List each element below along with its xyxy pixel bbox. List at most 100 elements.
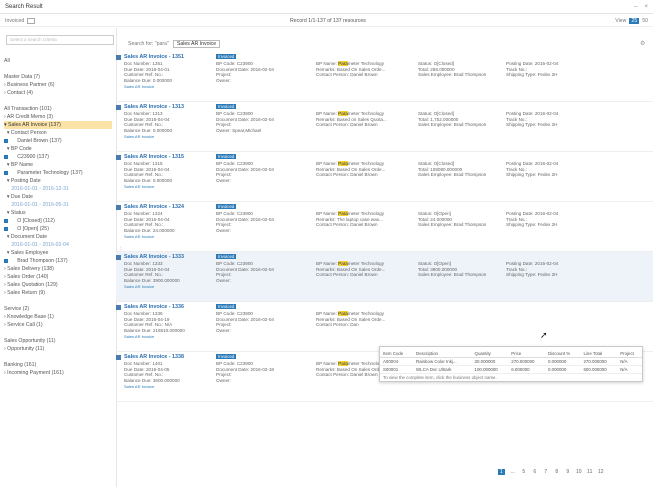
result-field: Owner: Spear,Michael bbox=[216, 128, 262, 134]
filter-item[interactable]: O [Closed] (112) bbox=[4, 217, 112, 225]
minimize-icon[interactable]: – bbox=[634, 4, 637, 10]
filter-item[interactable]: Banking (161) bbox=[4, 361, 112, 369]
filter-item[interactable]: Service (2) bbox=[4, 305, 112, 313]
filter-item[interactable]: Sales Opportunity (11) bbox=[4, 337, 112, 345]
page-link[interactable]: 6 bbox=[532, 469, 538, 475]
filter-item[interactable]: ▾ BP Name bbox=[4, 161, 112, 169]
filter-item[interactable]: O [Open] (25) bbox=[4, 225, 112, 233]
filter-item[interactable]: › Business Partner (6) bbox=[4, 81, 112, 89]
filter-item[interactable]: › Sales Order (140) bbox=[4, 273, 112, 281]
filter-item[interactable]: ▾ Posting Date bbox=[4, 177, 112, 185]
filter-item[interactable]: All Transaction (101) bbox=[4, 105, 112, 113]
result-row[interactable]: Sales AR Invoice - 1315 Invoiced Doc Numbe… bbox=[116, 152, 653, 202]
filter-item[interactable]: › Opportunity (11) bbox=[4, 345, 112, 353]
object-type-link[interactable]: Sales AR Invoice bbox=[124, 234, 175, 240]
criteria-search-input[interactable]: Select a search criteria bbox=[6, 35, 114, 45]
filter-item[interactable]: Brad Thompson (137) bbox=[4, 257, 112, 265]
result-row[interactable]: Sales AR Invoice - 1333 Invoiced Doc Numbe… bbox=[116, 252, 653, 302]
checkbox-icon[interactable] bbox=[4, 138, 8, 143]
result-title-link[interactable]: Sales AR Invoice - 1315 bbox=[124, 154, 184, 160]
filter-item[interactable]: ▾ Status bbox=[4, 209, 112, 217]
page-link[interactable]: 11 bbox=[587, 469, 593, 475]
result-title-link[interactable]: Sales AR Invoice - 1313 bbox=[124, 104, 184, 110]
filter-item-label: › Sales Delivery (138) bbox=[4, 266, 54, 272]
object-type-link[interactable]: Sales AR Invoice bbox=[124, 84, 172, 90]
settings-icon[interactable]: ⚙ bbox=[640, 40, 645, 47]
filter-item[interactable]: 2016-01-01 - 2016-02-04 bbox=[4, 241, 112, 249]
result-title-link[interactable]: Sales AR Invoice - 1336 bbox=[124, 304, 184, 310]
page-link[interactable]: ... bbox=[510, 469, 516, 475]
result-field-label: BP Name: bbox=[316, 361, 339, 366]
filter-item[interactable]: › AR Credit Memo (3) bbox=[4, 113, 112, 121]
result-row[interactable]: Sales AR Invoice - 1351 Invoiced Doc Numbe… bbox=[116, 52, 653, 102]
close-icon[interactable]: × bbox=[644, 4, 648, 10]
result-field-column: Posting Date: 2016-02-04 Track No.: Shippi… bbox=[506, 161, 558, 178]
page-link[interactable]: 9 bbox=[565, 469, 571, 475]
result-field-column: Status: O[Open] Total: 3900.000000 Sales E… bbox=[418, 261, 486, 278]
mode-selector[interactable]: Invoiced bbox=[5, 17, 36, 24]
checkbox-icon[interactable] bbox=[4, 154, 8, 159]
result-row[interactable]: Sales AR Invoice - 1336 Invoiced Doc Numbe… bbox=[116, 302, 653, 352]
page-link[interactable]: 1 bbox=[498, 469, 505, 475]
object-type-link[interactable]: Sales AR Invoice bbox=[124, 184, 172, 190]
filter-item[interactable]: › Sales Delivery (138) bbox=[4, 265, 112, 273]
filter-item[interactable]: › Knowledge Base (1) bbox=[4, 313, 112, 321]
result-title-link[interactable]: Sales AR Invoice - 1333 bbox=[124, 254, 184, 260]
filter-item[interactable]: ▾ Due Date bbox=[4, 193, 112, 201]
page-link[interactable]: 8 bbox=[554, 469, 560, 475]
filter-item[interactable]: › Sales Quotation (129) bbox=[4, 281, 112, 289]
filter-item[interactable]: › Incoming Payment (161) bbox=[4, 369, 112, 377]
filter-item[interactable]: ▾ BP Code bbox=[4, 145, 112, 153]
status-badge: Invoiced bbox=[216, 304, 237, 309]
table-cell: 6.000000 bbox=[508, 365, 545, 374]
result-field: Balance Due: 0.000000 bbox=[124, 178, 173, 184]
document-icon bbox=[116, 305, 121, 310]
result-title-link[interactable]: Sales AR Invoice - 1338 bbox=[124, 354, 184, 360]
filter-item-label: C23900 (137) bbox=[10, 154, 49, 160]
filter-item[interactable]: All bbox=[4, 57, 112, 65]
result-field: Owner: bbox=[216, 228, 231, 234]
filter-item[interactable]: › Sales Return (9) bbox=[4, 289, 112, 297]
filter-item[interactable]: 2016-01-01 - 2016-05-31 bbox=[4, 201, 112, 209]
page-link[interactable]: 10 bbox=[576, 469, 582, 475]
page-link[interactable]: 5 bbox=[521, 469, 527, 475]
table-header: Description bbox=[413, 350, 472, 358]
result-field-label: BP Name: bbox=[316, 161, 339, 166]
result-row[interactable]: Sales AR Invoice - 1313 Invoiced Doc Numbe… bbox=[116, 102, 653, 152]
filter-item-label: › Opportunity (11) bbox=[4, 346, 45, 352]
object-type-link[interactable]: Sales AR Invoice bbox=[124, 284, 180, 290]
filter-item[interactable]: ▾ Document Date bbox=[4, 233, 112, 241]
result-field-column: Doc Number: 1315 Due Date: 2016-04-04 Cust… bbox=[124, 161, 172, 190]
object-type-link[interactable]: Sales AR Invoice bbox=[124, 134, 172, 140]
page-link[interactable]: 12 bbox=[598, 469, 604, 475]
page-size-50[interactable]: 50 bbox=[642, 18, 648, 24]
filter-item[interactable]: ▾ Sales Employee bbox=[4, 249, 112, 257]
filter-item[interactable]: Master Data (7) bbox=[4, 73, 112, 81]
checkbox-icon[interactable] bbox=[4, 226, 8, 231]
result-field: Owner: bbox=[216, 328, 231, 334]
table-cell: S00001 bbox=[380, 365, 414, 374]
filter-item[interactable]: › Service Call (1) bbox=[4, 321, 112, 329]
result-field: Sales Employee: Brad Thompson bbox=[418, 72, 487, 78]
checkbox-icon[interactable] bbox=[4, 170, 8, 175]
page-link[interactable]: 7 bbox=[543, 469, 549, 475]
object-type-link[interactable]: Sales AR Invoice bbox=[124, 334, 185, 340]
result-field-rest: meter Technology bbox=[347, 161, 385, 166]
filter-item[interactable]: C23900 (137) bbox=[4, 153, 112, 161]
page-size-25[interactable]: 25 bbox=[629, 17, 640, 24]
checkbox-icon[interactable] bbox=[4, 258, 8, 263]
filter-item[interactable]: ▾ Sales AR Invoice (137) bbox=[4, 121, 112, 129]
result-title-link[interactable]: Sales AR Invoice - 1324 bbox=[124, 204, 184, 210]
filter-item[interactable]: Daniel Brown (137) bbox=[4, 137, 112, 145]
object-type-link[interactable]: Sales AR Invoice bbox=[124, 384, 180, 390]
filter-item[interactable]: 2016-01-01 - 2016-12-31 bbox=[4, 185, 112, 193]
document-icon bbox=[116, 105, 121, 110]
filter-item[interactable]: ▾ Contact Person bbox=[4, 129, 112, 137]
bp-name-field: BP Name: Parameter Technology bbox=[316, 61, 385, 67]
filter-item[interactable]: Parameter Technology (137) bbox=[4, 169, 112, 177]
filter-item[interactable]: › Contact (4) bbox=[4, 89, 112, 97]
filter-chip[interactable]: Sales AR Invoice bbox=[172, 40, 221, 48]
result-title-link[interactable]: Sales AR Invoice - 1351 bbox=[124, 54, 184, 60]
checkbox-icon[interactable] bbox=[4, 218, 8, 223]
result-row[interactable]: Sales AR Invoice - 1324 Invoiced Doc Numbe… bbox=[116, 202, 653, 252]
